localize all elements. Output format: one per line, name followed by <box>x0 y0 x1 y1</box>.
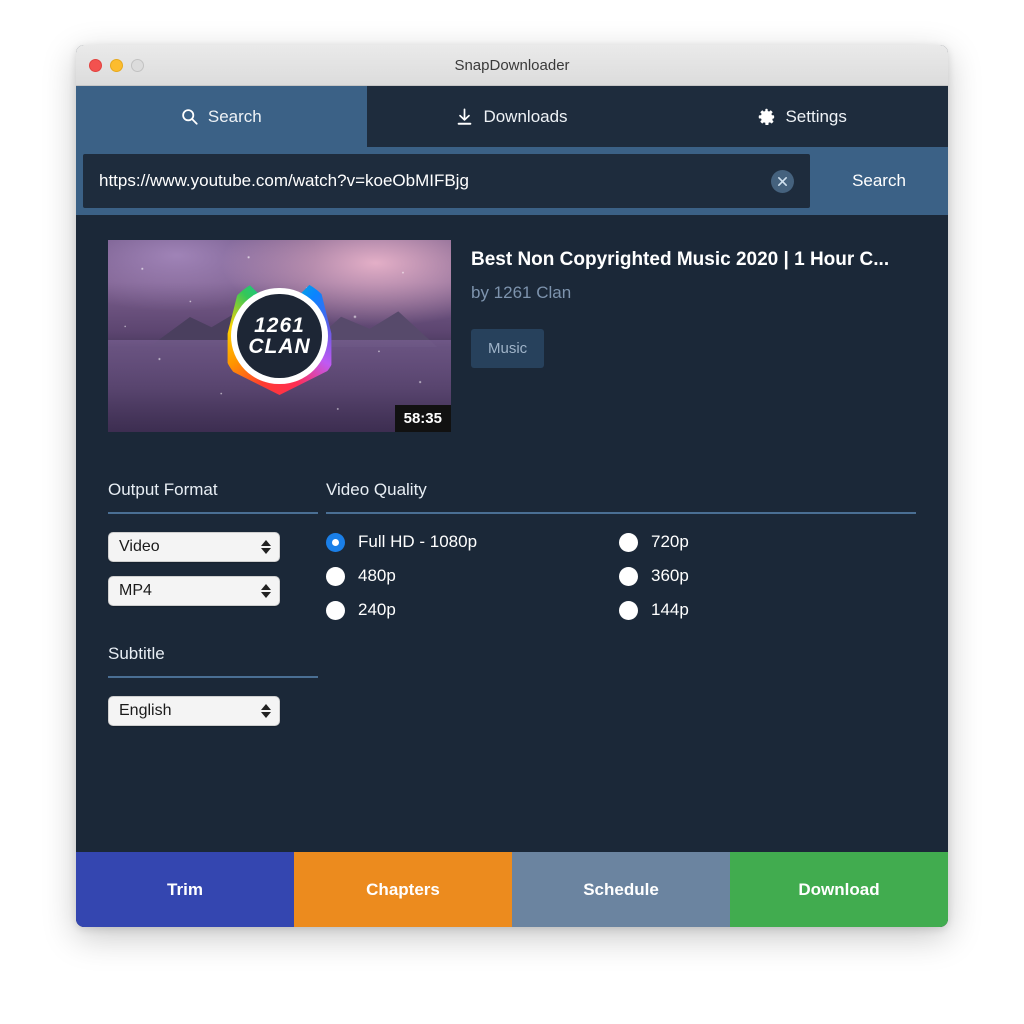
title-bar: SnapDownloader <box>76 45 948 86</box>
url-input[interactable] <box>83 154 810 208</box>
tab-settings[interactable]: Settings <box>657 86 948 147</box>
quality-label: 480p <box>358 566 396 585</box>
search-icon <box>181 108 198 125</box>
window-title: SnapDownloader <box>454 57 570 74</box>
download-icon <box>456 107 473 126</box>
app-window: SnapDownloader Search Downloads Settings… <box>76 45 948 927</box>
video-quality-divider <box>326 512 916 514</box>
output-format-divider <box>108 512 318 514</box>
download-button[interactable]: Download <box>730 852 948 927</box>
video-quality-heading: Video Quality <box>326 480 427 499</box>
logo-line-2: CLAN <box>248 334 311 358</box>
radio-icon[interactable] <box>619 600 638 620</box>
logo-line-1: 1261 <box>254 313 305 337</box>
subtitle-divider <box>108 676 318 678</box>
trim-button[interactable]: Trim <box>76 852 294 927</box>
output-format-heading: Output Format <box>108 480 218 499</box>
quality-label: Full HD - 1080p <box>358 532 478 551</box>
search-bar: Search <box>76 147 948 215</box>
quality-option-240p[interactable]: 240p <box>326 600 619 620</box>
radio-icon[interactable] <box>326 566 345 586</box>
stepper-arrows-icon <box>261 584 271 598</box>
tab-search-label: Search <box>207 106 262 126</box>
tab-downloads-label: Downloads <box>483 106 568 126</box>
radio-icon[interactable] <box>619 566 638 586</box>
video-quality-column: Video Quality Full HD - 1080p 720p 480p <box>326 480 916 740</box>
radio-icon[interactable] <box>326 600 345 620</box>
close-circle-icon <box>777 176 788 187</box>
quality-option-1080p[interactable]: Full HD - 1080p <box>326 532 619 552</box>
quality-label: 360p <box>651 566 689 585</box>
clear-url-button[interactable] <box>771 169 794 193</box>
subtitle-language-value: English <box>119 702 172 719</box>
subtitle-language-select[interactable]: English <box>108 696 280 726</box>
video-category-badge[interactable]: Music <box>471 329 545 368</box>
channel-logo: 1261 CLAN <box>221 277 339 395</box>
quality-label: 144p <box>651 600 689 619</box>
video-result-row: 1261 CLAN 58:35 Best Non Copyrighted Mus… <box>108 240 916 432</box>
video-duration-badge: 58:35 <box>394 405 451 432</box>
output-format-column: Output Format Video MP4 Subtitle English <box>108 480 318 740</box>
quality-option-360p[interactable]: 360p <box>619 566 916 586</box>
options-area: Output Format Video MP4 Subtitle English <box>108 480 916 740</box>
tab-bar: Search Downloads Settings <box>76 86 948 147</box>
video-title: Best Non Copyrighted Music 2020 | 1 Hour… <box>471 249 890 270</box>
video-thumbnail[interactable]: 1261 CLAN 58:35 <box>108 240 451 432</box>
container-format-select[interactable]: MP4 <box>108 576 280 606</box>
search-submit-button[interactable]: Search <box>810 147 948 215</box>
video-author: by 1261 Clan <box>471 283 572 302</box>
stepper-arrows-icon <box>261 540 271 554</box>
quality-label: 240p <box>358 600 396 619</box>
container-format-value: MP4 <box>119 582 152 599</box>
media-type-value: Video <box>119 538 160 555</box>
main-content: 1261 CLAN 58:35 Best Non Copyrighted Mus… <box>76 215 948 852</box>
tab-downloads[interactable]: Downloads <box>367 86 658 147</box>
zoom-window-button[interactable] <box>131 58 144 72</box>
media-type-select[interactable]: Video <box>108 532 280 562</box>
action-bar: Trim Chapters Schedule Download <box>76 852 948 927</box>
schedule-button[interactable]: Schedule <box>512 852 730 927</box>
chapters-button[interactable]: Chapters <box>294 852 512 927</box>
quality-option-144p[interactable]: 144p <box>619 600 916 620</box>
subtitle-heading: Subtitle <box>108 644 165 663</box>
traffic-light-group <box>89 45 144 85</box>
radio-icon[interactable] <box>619 532 638 552</box>
search-field-wrapper <box>83 154 810 208</box>
minimize-window-button[interactable] <box>110 58 123 72</box>
video-quality-options: Full HD - 1080p 720p 480p 360p 240p 144p <box>326 532 916 620</box>
tab-settings-label: Settings <box>785 106 847 126</box>
gear-icon <box>758 108 775 125</box>
radio-icon[interactable] <box>326 532 345 552</box>
tab-search[interactable]: Search <box>76 86 367 147</box>
quality-label: 720p <box>651 532 689 551</box>
quality-option-720p[interactable]: 720p <box>619 532 916 552</box>
quality-option-480p[interactable]: 480p <box>326 566 619 586</box>
video-metadata: Best Non Copyrighted Music 2020 | 1 Hour… <box>471 240 916 432</box>
stepper-arrows-icon <box>261 704 271 718</box>
close-window-button[interactable] <box>89 58 102 72</box>
